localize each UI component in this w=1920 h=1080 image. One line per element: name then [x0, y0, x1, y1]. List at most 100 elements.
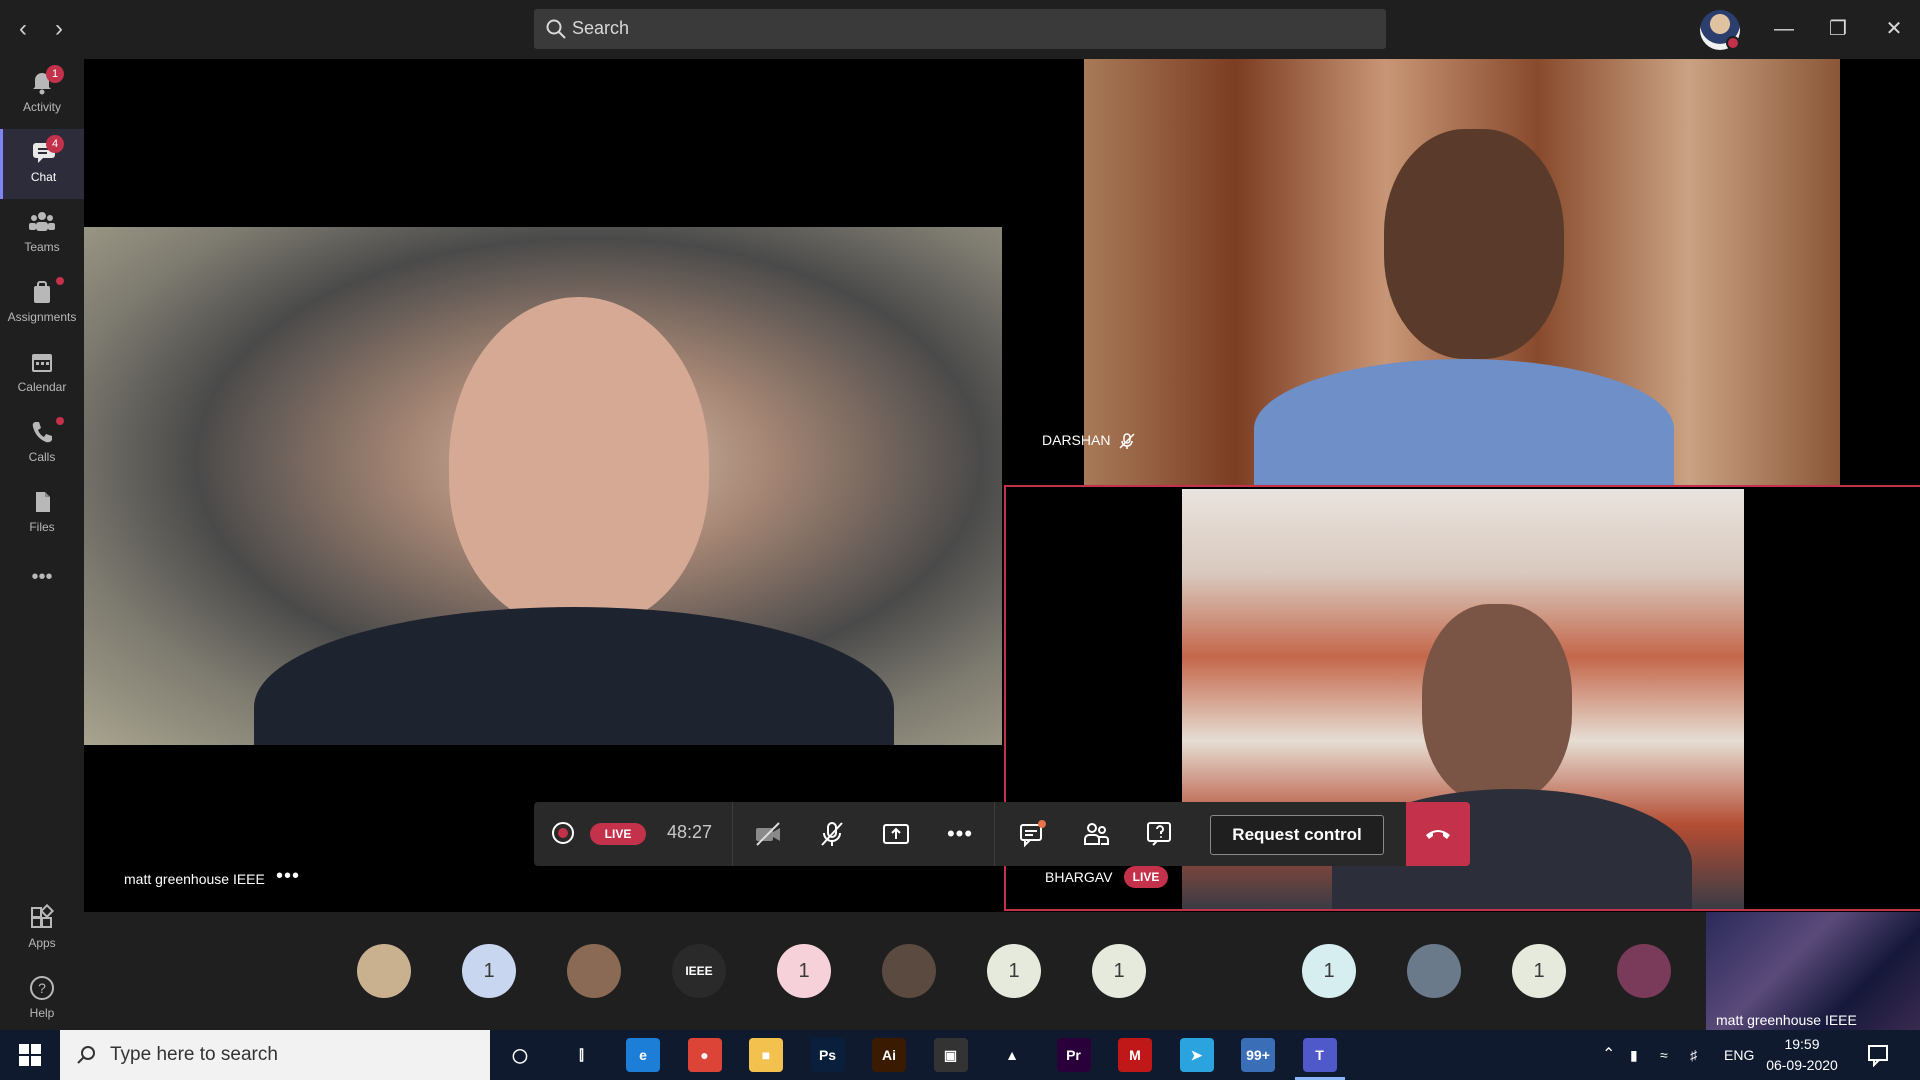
- files-icon: [36, 492, 50, 512]
- share-tray-icon: [883, 824, 909, 844]
- participant-avatar[interactable]: [882, 944, 936, 998]
- mic-toggle-button[interactable]: [800, 802, 864, 866]
- vlc-icon[interactable]: ▲: [995, 1038, 1029, 1072]
- participant-avatar[interactable]: [567, 944, 621, 998]
- assignments-dot: [56, 277, 64, 285]
- minimize-button[interactable]: —: [1766, 12, 1802, 46]
- request-control-icon-button[interactable]: [1128, 802, 1192, 866]
- participant-avatar[interactable]: IEEE: [672, 944, 726, 998]
- assignments-icon: [34, 281, 50, 303]
- notifications-icon[interactable]: [1866, 1043, 1890, 1067]
- participant-count-avatar[interactable]: 1: [987, 944, 1041, 998]
- rail-item-label: Help: [29, 1006, 55, 1020]
- participants-icon: [1084, 823, 1109, 845]
- calls-dot: [56, 417, 64, 425]
- live-badge: LIVE: [590, 823, 646, 845]
- cortana-icon[interactable]: ◯: [503, 1038, 537, 1072]
- teams-icon[interactable]: T: [1302, 1038, 1337, 1072]
- participant-avatar[interactable]: [1407, 944, 1461, 998]
- rail-item-label: Files: [29, 520, 55, 534]
- camera-off-icon: [756, 822, 780, 846]
- rail-item-label: Calls: [28, 450, 56, 464]
- teams-window: ‹ › Search — ❐ ✕ Activity 1 Chat 4 Teams…: [0, 0, 1920, 1030]
- title-bar: ‹ › Search — ❐ ✕: [0, 0, 1920, 59]
- participants-button[interactable]: [1064, 802, 1128, 866]
- participant-count-avatar[interactable]: 1: [1092, 944, 1146, 998]
- phone-icon: [32, 422, 52, 443]
- rail-item-files[interactable]: Files: [0, 479, 84, 549]
- illustrator-icon[interactable]: Ai: [872, 1038, 906, 1072]
- video-matt-greenhouse[interactable]: [84, 227, 1002, 745]
- meeting-stage: matt greenhouse IEEE ••• DARSHAN BHARGAV…: [84, 59, 1920, 912]
- self-view-label: matt greenhouse IEEE: [1716, 1012, 1857, 1028]
- edge-icon[interactable]: e: [626, 1038, 660, 1072]
- chevron-up-icon[interactable]: ⌃: [1602, 1030, 1615, 1080]
- rail-item-help[interactable]: ? Help: [0, 965, 84, 1035]
- taskbar-search-box[interactable]: Type here to search: [60, 1030, 490, 1080]
- app-rail: Activity 1 Chat 4 Teams Assignments Cale…: [0, 59, 84, 1030]
- rail-item-label: Teams: [24, 240, 60, 254]
- participant-more-button[interactable]: •••: [276, 865, 300, 888]
- chrome-icon[interactable]: ●: [687, 1038, 722, 1072]
- taskbar-clock[interactable]: 19:59 06-09-2020: [1762, 1034, 1842, 1076]
- rail-item-chat[interactable]: Chat 4: [0, 129, 84, 199]
- rail-item-label: Activity: [22, 100, 61, 114]
- participant-count-avatar[interactable]: 1: [777, 944, 831, 998]
- premiere-icon[interactable]: Pr: [1056, 1038, 1091, 1072]
- participant-avatar[interactable]: [1197, 944, 1251, 998]
- recording-icon: [552, 822, 574, 844]
- rail-item-calls[interactable]: Calls: [0, 409, 84, 479]
- self-view-thumbnail[interactable]: matt greenhouse IEEE: [1706, 912, 1920, 1030]
- request-control-button[interactable]: Request control: [1210, 815, 1384, 855]
- participant-count-avatar[interactable]: 1: [1302, 944, 1356, 998]
- rail-item-assignments[interactable]: Assignments: [0, 269, 84, 339]
- svg-text:?: ?: [38, 980, 46, 996]
- participant-avatar[interactable]: [1617, 944, 1671, 998]
- photoshop-icon[interactable]: Ps: [810, 1038, 845, 1072]
- rail-item-apps[interactable]: Apps: [0, 895, 84, 965]
- hang-up-button[interactable]: [1406, 802, 1470, 866]
- participant-name-main: matt greenhouse IEEE: [124, 871, 265, 887]
- search-bar[interactable]: Search: [534, 9, 1386, 49]
- call-timer: 48:27: [667, 822, 713, 842]
- file-explorer-icon[interactable]: ■: [749, 1038, 783, 1072]
- language-indicator[interactable]: ENG: [1724, 1030, 1754, 1080]
- participant-avatar[interactable]: [357, 944, 411, 998]
- meeting-chat-icon: [1020, 820, 1046, 848]
- battery-icon[interactable]: ▮: [1630, 1030, 1638, 1080]
- screen-control-icon: [1147, 822, 1171, 846]
- more-actions-button[interactable]: •••: [928, 802, 992, 866]
- separator: [732, 802, 733, 866]
- participant-count-avatar[interactable]: 1: [462, 944, 516, 998]
- windows-start-icon[interactable]: [18, 1043, 42, 1067]
- search-placeholder: Search: [572, 18, 630, 38]
- participant-name-bhargav: BHARGAV: [1045, 869, 1113, 885]
- forward-arrow-icon[interactable]: ›: [44, 14, 74, 44]
- mcafee-icon[interactable]: M: [1118, 1038, 1152, 1072]
- restore-button[interactable]: ❐: [1820, 12, 1856, 46]
- rail-item-activity[interactable]: Activity 1: [0, 59, 84, 129]
- telegram-icon[interactable]: ➤: [1179, 1038, 1214, 1072]
- participant-count-avatar[interactable]: 1: [1512, 944, 1566, 998]
- teams-icon: [29, 212, 55, 231]
- activity-badge: 1: [46, 65, 64, 83]
- store-icon[interactable]: ▣: [933, 1038, 968, 1072]
- separator: [994, 802, 995, 866]
- rail-item-calendar[interactable]: Calendar: [0, 339, 84, 409]
- rail-item-teams[interactable]: Teams: [0, 199, 84, 269]
- task-view-icon[interactable]: ⫿: [565, 1038, 599, 1072]
- share-screen-button[interactable]: [864, 802, 928, 866]
- chat-badge: 4: [46, 135, 64, 153]
- calendar-icon: [32, 354, 52, 372]
- chat-toggle-button[interactable]: [1000, 802, 1064, 866]
- video-darshan[interactable]: [1084, 59, 1840, 485]
- rail-more-button[interactable]: •••: [0, 557, 84, 597]
- close-button[interactable]: ✕: [1876, 12, 1912, 46]
- search-icon: [546, 19, 566, 39]
- volume-icon[interactable]: ♯: [1690, 1030, 1697, 1080]
- files-app-icon[interactable]: 99+: [1241, 1038, 1275, 1072]
- camera-toggle-button[interactable]: [736, 802, 800, 866]
- wifi-icon[interactable]: ≈: [1660, 1030, 1668, 1080]
- hang-up-icon: [1426, 830, 1450, 839]
- back-arrow-icon[interactable]: ‹: [8, 14, 38, 44]
